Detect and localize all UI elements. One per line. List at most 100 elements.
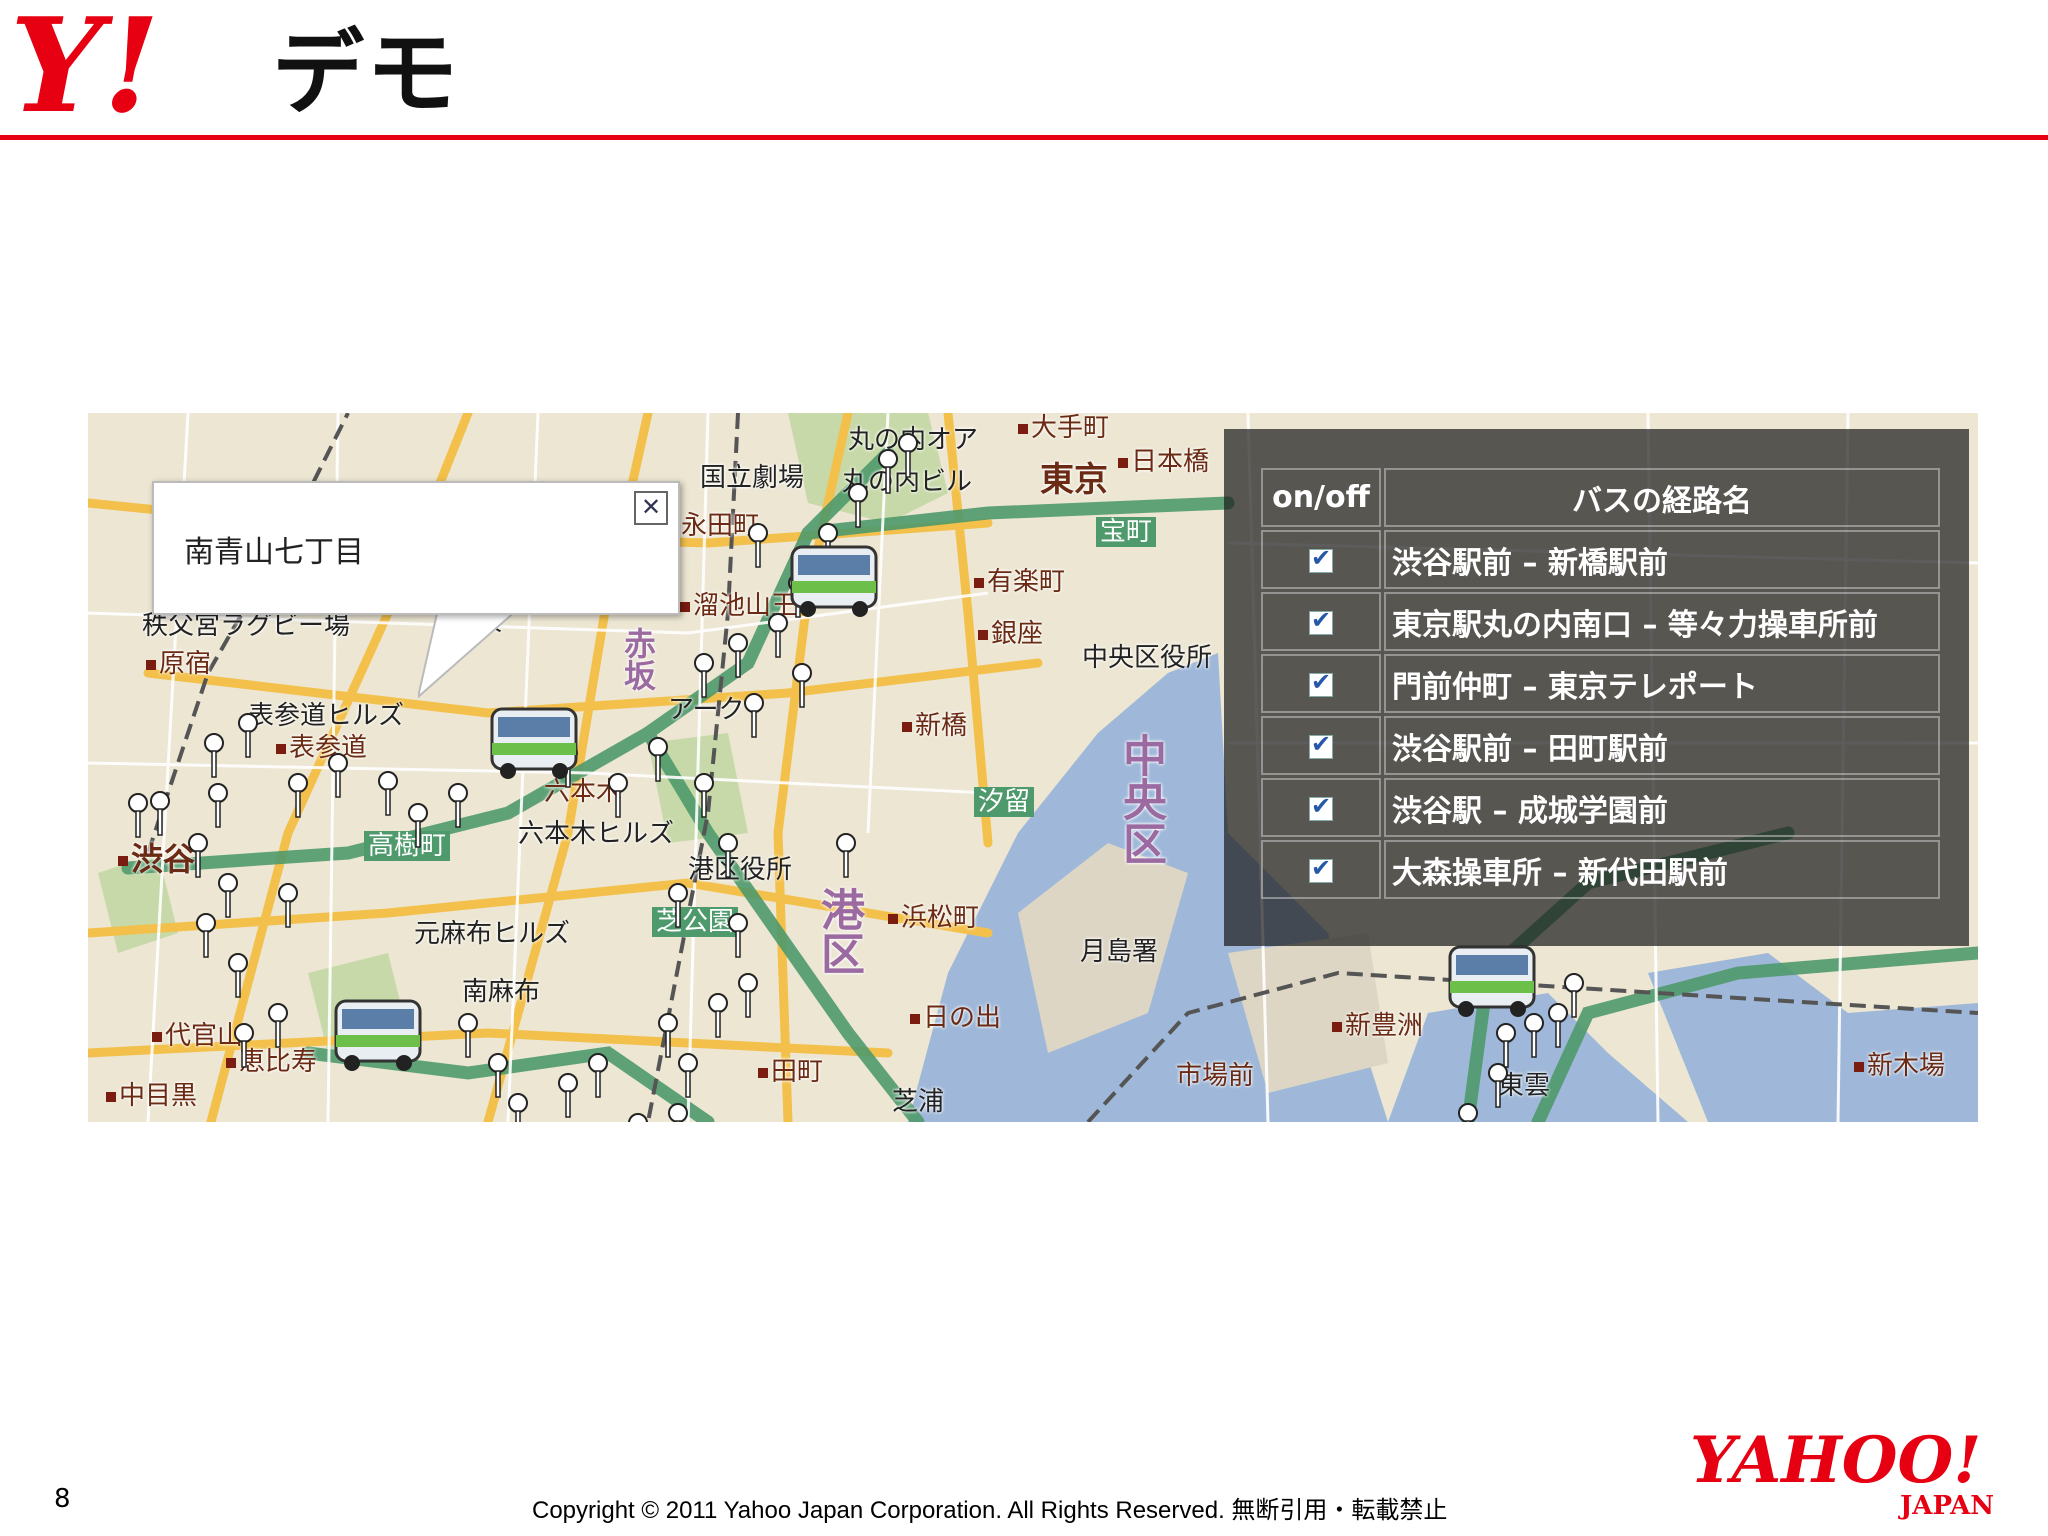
bus-stop-icon[interactable] <box>694 653 714 699</box>
map-label: 表参道 <box>276 735 367 761</box>
bus-stop-icon[interactable] <box>508 1093 528 1122</box>
bus-stop-icon[interactable] <box>694 773 714 819</box>
bus-stop-icon[interactable] <box>1458 1103 1478 1122</box>
bus-stop-icon[interactable] <box>748 523 768 569</box>
bus-stop-icon[interactable] <box>208 783 228 829</box>
bus-stop-icon[interactable] <box>268 1003 288 1049</box>
bus-stop-icon[interactable] <box>218 873 238 919</box>
page-number: 8 <box>54 1484 71 1514</box>
bus-stop-icon[interactable] <box>738 973 758 1019</box>
bus-stop-icon[interactable] <box>678 1053 698 1099</box>
map-label: 東京 <box>1040 460 1108 500</box>
bus-stop-icon[interactable] <box>768 613 788 659</box>
bus-stop-icon[interactable] <box>744 693 764 739</box>
route-checkbox[interactable] <box>1309 730 1333 759</box>
bus-icon[interactable] <box>486 703 582 783</box>
bus-stop-icon[interactable] <box>836 833 856 879</box>
bus-stop-icon[interactable] <box>228 953 248 999</box>
route-name: 渋谷駅前 – 田町駅前 <box>1384 716 1940 775</box>
map-label: 月島署 <box>1080 937 1159 967</box>
route-toggle-cell <box>1261 716 1381 775</box>
bus-stop-icon[interactable] <box>378 771 398 817</box>
map-label: 芝浦 <box>892 1087 945 1117</box>
bus-stop-icon[interactable] <box>718 833 738 879</box>
bus-stop-icon[interactable] <box>408 803 428 849</box>
map-label: 六本木ヒルズ <box>518 819 675 849</box>
bus-stop-icon[interactable] <box>668 1103 688 1122</box>
bus-icon[interactable] <box>1444 941 1540 1021</box>
route-checkbox[interactable] <box>1309 854 1333 883</box>
map-label: 国立劇場 <box>700 463 805 493</box>
bus-stop-icon[interactable] <box>1564 973 1584 1019</box>
route-name: 渋谷駅 – 成城学園前 <box>1384 778 1940 837</box>
map-label: アーク <box>668 695 745 725</box>
bus-stop-icon[interactable] <box>458 1013 478 1059</box>
map-label: 銀座 <box>978 621 1043 647</box>
bus-stop-icon[interactable] <box>658 1013 678 1059</box>
route-checkbox[interactable] <box>1309 544 1333 573</box>
bus-stop-icon[interactable] <box>128 793 148 839</box>
svg-text:YAHOO!: YAHOO! <box>1690 1423 1981 1498</box>
route-name: 大森操車所 – 新代田駅前 <box>1384 840 1940 899</box>
map-label: 永田町 <box>668 513 759 539</box>
bus-stop-icon[interactable] <box>668 883 688 929</box>
route-toggle-cell <box>1261 654 1381 713</box>
bus-stop-icon[interactable] <box>188 833 208 879</box>
popup-stop-name: 南青山七丁目 <box>184 535 364 570</box>
route-row: 東京駅丸の内南口 – 等々力操車所前 <box>1261 592 1940 651</box>
route-toggle-cell <box>1261 530 1381 589</box>
route-checkbox[interactable] <box>1309 606 1333 635</box>
bus-stop-icon[interactable] <box>588 1053 608 1099</box>
bus-stop-icon[interactable] <box>238 713 258 759</box>
map-view[interactable]: 丸の内オア 国立劇場 丸の内ビル 東京 日本橋 大手町 永田町 有楽町 宝町 溜… <box>88 413 1978 1122</box>
bus-stop-icon[interactable] <box>196 913 216 959</box>
bus-stop-icon[interactable] <box>558 1073 578 1119</box>
bus-stop-icon[interactable] <box>848 483 868 529</box>
map-label: 表参道ヒルズ <box>248 701 405 731</box>
map-district-label: 港区 <box>813 887 864 975</box>
yahoo-japan-logo: YAHOO! JAPAN <box>1690 1423 1994 1520</box>
map-label: 芝公園 <box>652 907 739 937</box>
map-label: 原宿 <box>146 651 211 677</box>
bus-stop-icon[interactable] <box>898 433 918 479</box>
map-label: 中目黒 <box>106 1083 197 1109</box>
map-label: 汐留 <box>974 787 1035 817</box>
route-checkbox[interactable] <box>1309 668 1333 697</box>
map-label: 元麻布ヒルズ <box>414 919 571 949</box>
route-name-header: バスの経路名 <box>1384 468 1940 527</box>
bus-stop-icon[interactable] <box>488 1053 508 1099</box>
bus-stop-icon[interactable] <box>728 913 748 959</box>
bus-icon[interactable] <box>330 995 426 1075</box>
bus-stop-icon[interactable] <box>328 753 348 799</box>
bus-icon[interactable] <box>786 541 882 621</box>
close-icon[interactable]: ✕ <box>634 491 668 525</box>
bus-stop-icon[interactable] <box>728 633 748 679</box>
bus-stop-icon[interactable] <box>150 791 170 837</box>
bus-stop-icon[interactable] <box>288 773 308 819</box>
route-name: 渋谷駅前 – 新橋駅前 <box>1384 530 1940 589</box>
map-label: 田町 <box>758 1059 823 1085</box>
route-checkbox[interactable] <box>1309 792 1333 821</box>
map-label: 南麻布 <box>462 977 541 1007</box>
bus-stop-icon[interactable] <box>648 737 668 783</box>
stop-info-popup: 南青山七丁目 ✕ <box>152 481 680 615</box>
route-toggle-cell <box>1261 592 1381 651</box>
bus-stop-icon[interactable] <box>1488 1063 1508 1109</box>
route-panel: on/off バスの経路名 渋谷駅前 – 新橋駅前東京駅丸の内南口 – 等々力操… <box>1224 429 1969 946</box>
bus-stop-icon[interactable] <box>792 663 812 709</box>
bus-stop-icon[interactable] <box>628 1113 648 1122</box>
bus-stop-icon[interactable] <box>608 773 628 819</box>
logo-text: Y! <box>10 6 160 126</box>
bus-stop-icon[interactable] <box>708 993 728 1039</box>
map-label: 高樹町 <box>364 831 451 861</box>
bus-stop-icon[interactable] <box>278 883 298 929</box>
bus-stop-icon[interactable] <box>448 783 468 829</box>
map-label: 日の出 <box>910 1005 1001 1031</box>
map-label: 中央区役所 <box>1082 643 1213 673</box>
bus-stop-icon[interactable] <box>204 733 224 779</box>
route-name: 門前仲町 – 東京テレポート <box>1384 654 1940 713</box>
route-row: 門前仲町 – 東京テレポート <box>1261 654 1940 713</box>
bus-stop-icon[interactable] <box>234 1023 254 1069</box>
bus-stop-icon[interactable] <box>878 449 898 495</box>
map-district-label: 中央区 <box>1115 733 1166 865</box>
